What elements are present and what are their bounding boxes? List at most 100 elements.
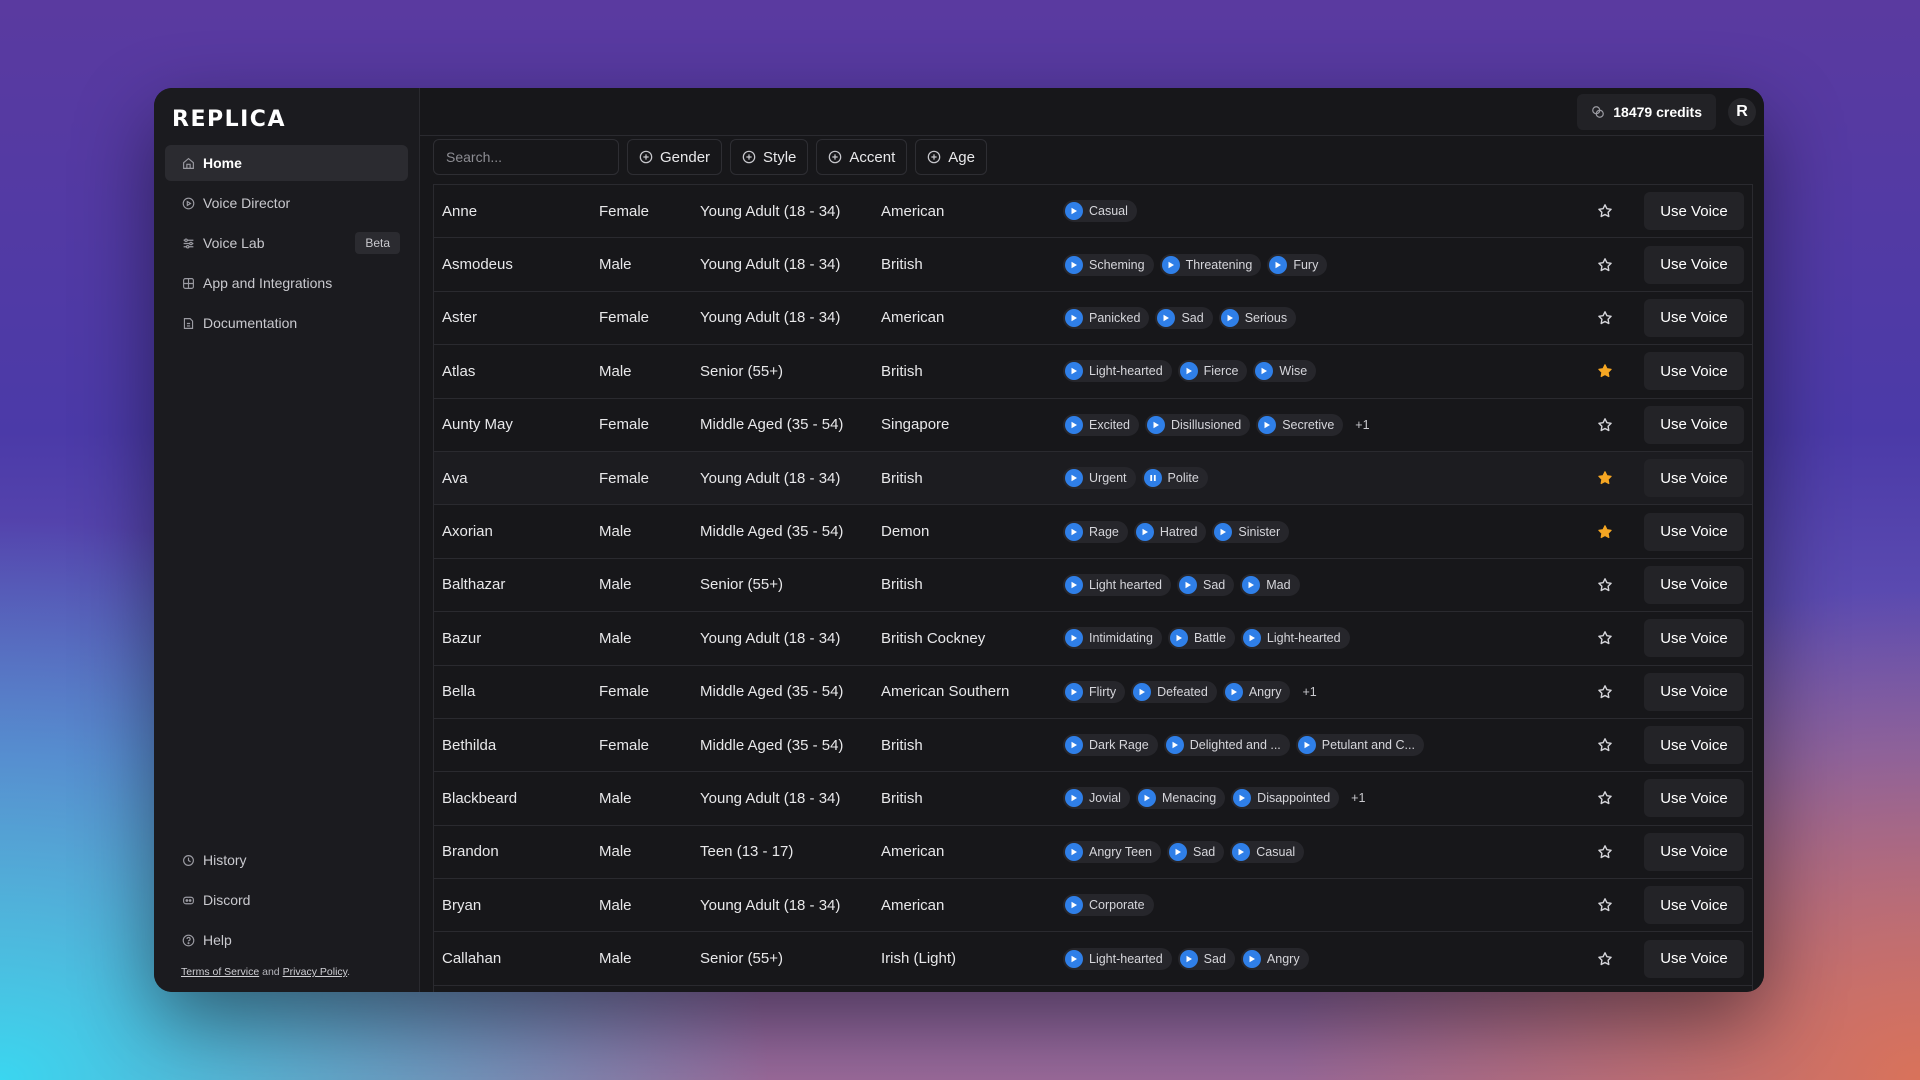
star-filled-icon[interactable] <box>1596 523 1614 541</box>
style-tag[interactable]: Disappointed <box>1231 787 1340 810</box>
use-voice-button[interactable]: Use Voice <box>1644 565 1744 604</box>
style-tag[interactable]: Angry Teen <box>1063 840 1162 863</box>
use-voice-button[interactable]: Use Voice <box>1644 726 1744 765</box>
star-icon[interactable] <box>1596 309 1614 327</box>
star-icon[interactable] <box>1596 789 1614 807</box>
play-icon[interactable] <box>1255 362 1274 381</box>
play-icon[interactable] <box>1169 842 1188 861</box>
style-tag[interactable]: Wise <box>1253 360 1317 383</box>
play-icon[interactable] <box>1065 896 1083 915</box>
style-tag[interactable]: Hatred <box>1133 520 1207 543</box>
play-icon[interactable] <box>1165 736 1184 755</box>
use-voice-button[interactable]: Use Voice <box>1644 245 1744 284</box>
style-tag[interactable]: Intimidating <box>1063 627 1162 650</box>
privacy-link[interactable]: Privacy Policy <box>283 966 348 978</box>
style-tag[interactable]: Disillusioned <box>1145 413 1251 436</box>
style-tag[interactable]: Threatening <box>1159 253 1262 276</box>
style-tag[interactable]: Corporate <box>1063 894 1154 917</box>
play-icon[interactable] <box>1065 522 1083 541</box>
style-tag[interactable]: Delighted and ... <box>1163 734 1290 757</box>
table-row[interactable]: Bethilda Female Middle Aged (35 - 54) Briti… <box>434 719 1752 773</box>
style-tag[interactable]: Sad <box>1155 306 1213 329</box>
play-icon[interactable] <box>1232 842 1251 861</box>
star-icon[interactable] <box>1596 896 1614 914</box>
more-styles-count[interactable]: +1 <box>1355 418 1369 432</box>
use-voice-button[interactable]: Use Voice <box>1644 459 1744 498</box>
use-voice-button[interactable]: Use Voice <box>1644 672 1744 711</box>
more-styles-count[interactable]: +1 <box>1302 685 1316 699</box>
style-tag[interactable]: Excited <box>1063 413 1139 436</box>
style-tag[interactable]: Serious <box>1218 306 1297 329</box>
use-voice-button[interactable]: Use Voice <box>1644 192 1744 231</box>
style-tag[interactable]: Rage <box>1063 520 1128 543</box>
play-icon[interactable] <box>1233 789 1252 808</box>
play-icon[interactable] <box>1242 949 1261 968</box>
play-icon[interactable] <box>1065 362 1083 381</box>
play-icon[interactable] <box>1065 308 1083 327</box>
style-tag[interactable]: Petulant and C... <box>1295 734 1424 757</box>
terms-link[interactable]: Terms of Service <box>181 966 259 978</box>
table-row[interactable]: Bella Female Middle Aged (35 - 54) American… <box>434 666 1752 719</box>
style-tag[interactable]: Light-hearted <box>1063 947 1172 970</box>
style-tag[interactable]: Fury <box>1267 253 1328 276</box>
play-icon[interactable] <box>1065 842 1083 861</box>
table-row[interactable]: Brandon Male Teen (13 - 17) American Angry T… <box>434 826 1752 880</box>
star-icon[interactable] <box>1596 576 1614 594</box>
play-icon[interactable] <box>1179 362 1198 381</box>
star-icon[interactable] <box>1596 683 1614 701</box>
style-tag[interactable]: Dark Rage <box>1063 734 1158 757</box>
style-tag[interactable]: Casual <box>1230 840 1305 863</box>
play-icon[interactable] <box>1157 308 1176 327</box>
use-voice-button[interactable]: Use Voice <box>1644 886 1744 925</box>
play-icon[interactable] <box>1065 629 1083 648</box>
use-voice-button[interactable]: Use Voice <box>1644 939 1744 978</box>
table-row[interactable]: Aunty May Female Middle Aged (35 - 54) Sing… <box>434 399 1752 452</box>
sidebar-item-discord[interactable]: Discord <box>165 882 408 918</box>
style-tag[interactable]: Panicked <box>1063 306 1150 329</box>
play-icon[interactable] <box>1065 202 1083 221</box>
play-icon[interactable] <box>1179 949 1198 968</box>
star-icon[interactable] <box>1596 256 1614 274</box>
style-tag[interactable]: Scheming <box>1063 253 1154 276</box>
style-tag[interactable]: Fierce <box>1177 360 1248 383</box>
play-icon[interactable] <box>1137 789 1156 808</box>
sidebar-item-app-and-integrations[interactable]: App and Integrations <box>165 265 408 301</box>
star-filled-icon[interactable] <box>1596 362 1614 380</box>
play-icon[interactable] <box>1224 682 1243 701</box>
play-icon[interactable] <box>1065 575 1083 594</box>
play-icon[interactable] <box>1065 789 1083 808</box>
star-filled-icon[interactable] <box>1596 469 1614 487</box>
style-tag[interactable]: Light-hearted <box>1240 627 1350 650</box>
table-row[interactable]: Bryan Male Young Adult (18 - 34) American Co… <box>434 879 1752 933</box>
sidebar-item-voice-lab[interactable]: Voice Lab Beta <box>165 225 408 261</box>
table-row[interactable]: Atlas Male Senior (55+) British Light-hearte… <box>434 345 1752 399</box>
play-icon[interactable] <box>1147 415 1165 434</box>
table-row[interactable]: Blackbeard Male Young Adult (18 - 34) Briti… <box>434 772 1752 826</box>
play-icon[interactable] <box>1220 308 1239 327</box>
style-tag[interactable]: Menacing <box>1135 787 1226 810</box>
star-icon[interactable] <box>1596 202 1614 220</box>
style-tag[interactable]: Casual <box>1063 200 1137 223</box>
play-icon[interactable] <box>1065 949 1083 968</box>
use-voice-button[interactable]: Use Voice <box>1644 298 1744 337</box>
sidebar-item-documentation[interactable]: Documentation <box>165 305 408 341</box>
style-tag[interactable]: Sad <box>1167 840 1225 863</box>
style-tag[interactable]: Sad <box>1176 573 1235 596</box>
style-tag[interactable]: Angry <box>1222 680 1291 703</box>
sidebar-item-home[interactable]: Home <box>165 145 408 181</box>
play-icon[interactable] <box>1178 575 1197 594</box>
play-icon[interactable] <box>1242 629 1261 648</box>
play-icon[interactable] <box>1135 522 1154 541</box>
sidebar-item-help[interactable]: Help <box>165 922 408 958</box>
use-voice-button[interactable]: Use Voice <box>1644 512 1744 551</box>
style-tag[interactable]: Urgent <box>1063 467 1136 490</box>
play-icon[interactable] <box>1133 682 1152 701</box>
table-row[interactable]: Asmodeus Male Young Adult (18 - 34) British… <box>434 238 1752 292</box>
table-row[interactable]: Balthazar Male Senior (55+) British Light he… <box>434 559 1752 613</box>
filter-age-button[interactable]: Age <box>915 139 987 175</box>
style-tag[interactable]: Battle <box>1167 627 1235 650</box>
style-tag[interactable]: Sinister <box>1212 520 1290 543</box>
search-input[interactable] <box>433 139 619 175</box>
table-row[interactable]: Anne Female Young Adult (18 - 34) American C… <box>434 185 1752 239</box>
use-voice-button[interactable]: Use Voice <box>1644 619 1744 658</box>
